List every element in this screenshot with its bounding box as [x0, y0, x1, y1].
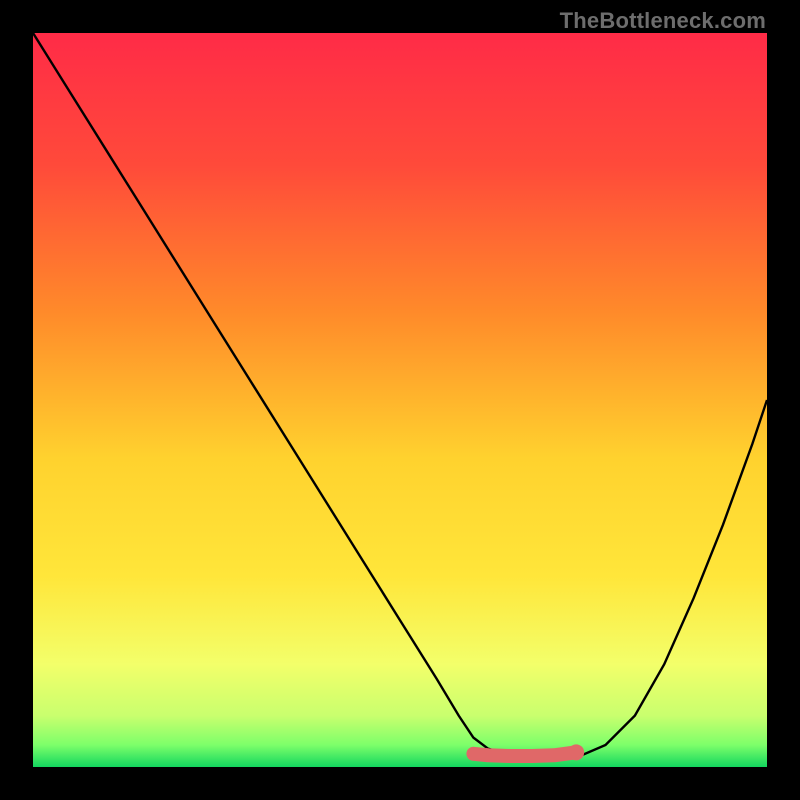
chart-svg [33, 33, 767, 767]
bottleneck-curve [33, 33, 767, 758]
plot-area [33, 33, 767, 767]
chart-container: TheBottleneck.com [0, 0, 800, 800]
sweet-spot-end-dot [568, 744, 584, 760]
sweet-spot-markers [473, 744, 584, 760]
watermark-label: TheBottleneck.com [560, 8, 766, 34]
sweet-spot-line [473, 752, 576, 756]
